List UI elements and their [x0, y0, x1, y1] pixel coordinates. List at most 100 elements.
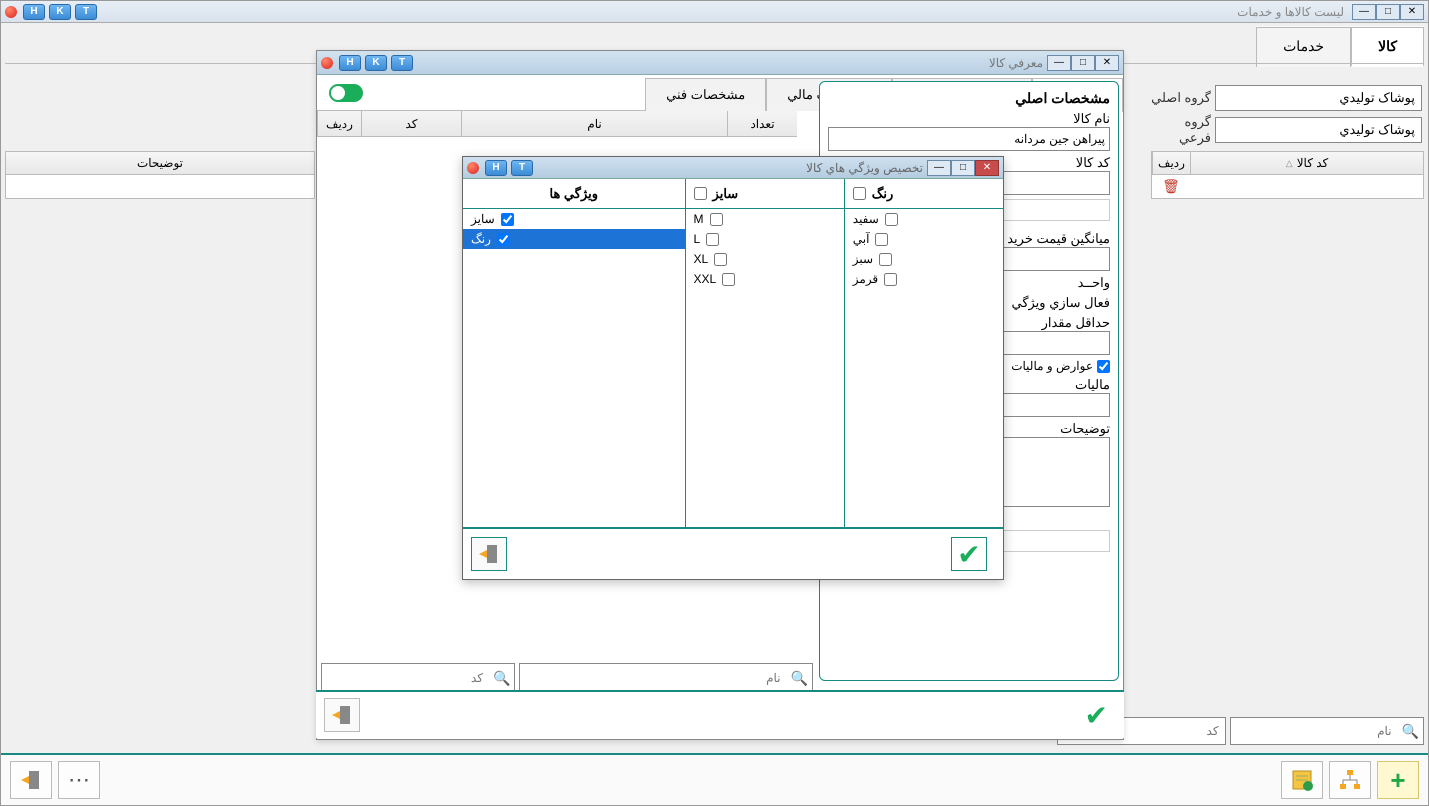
exit-button[interactable]	[10, 761, 52, 799]
list-item[interactable]: آبي	[845, 229, 1003, 249]
color-column: رنگ سفيدآبيسبز قرمز	[844, 179, 1003, 527]
item-checkbox[interactable]	[501, 213, 514, 226]
tax-cb-label: عوارض و ماليات	[1011, 359, 1093, 373]
tab-khadamat[interactable]: خدمات	[1256, 27, 1351, 67]
name-label: نام کالا	[828, 111, 1110, 127]
mid-titlebar: H K T معرفي کالا — □ ✕	[317, 51, 1123, 75]
mid-footer: ✔	[316, 690, 1124, 738]
report-button[interactable]	[1281, 761, 1323, 799]
item-checkbox[interactable]	[884, 273, 897, 286]
tab-kala[interactable]: کالا	[1351, 27, 1424, 67]
mid-search-code[interactable]: 🔍	[321, 663, 515, 693]
item-label: L	[694, 232, 701, 246]
more-button[interactable]: ⋯	[58, 761, 100, 799]
hotkey-t[interactable]: T	[75, 4, 97, 20]
outer-footer: ⋯ +	[1, 753, 1428, 805]
group-sub-input[interactable]	[1215, 117, 1422, 143]
desc-header: توضيحات	[5, 151, 315, 175]
th-code[interactable]: کد	[361, 111, 461, 136]
group-sub-label: گروه فرعي	[1151, 114, 1211, 146]
col-code[interactable]: کد کالا△	[1190, 152, 1423, 174]
list-item[interactable]: سايز	[463, 209, 685, 229]
item-checkbox[interactable]	[722, 273, 735, 286]
inner-titlebar: H T تخصيص ويژگي هاي کالا — □ ✕	[463, 157, 1003, 179]
name-input[interactable]	[828, 127, 1110, 151]
th-name[interactable]: نام	[461, 111, 727, 136]
item-checkbox[interactable]	[714, 253, 727, 266]
hotkey-k[interactable]: K	[365, 55, 387, 71]
item-checkbox[interactable]	[710, 213, 723, 226]
confirm-button[interactable]: ✔	[951, 537, 987, 571]
features-column: ويژگي ها سايز رنگ	[463, 179, 685, 527]
size-column: سايز ML XL XXL	[685, 179, 844, 527]
minimize-button[interactable]: —	[1352, 4, 1376, 20]
item-checkbox[interactable]	[497, 233, 510, 246]
tree-button[interactable]	[1329, 761, 1371, 799]
list-item[interactable]: XXL	[686, 269, 844, 289]
list-item[interactable]: M	[686, 209, 844, 229]
report-icon	[1290, 768, 1314, 792]
tab-tech-spec[interactable]: مشخصات فني	[645, 78, 766, 111]
list-item[interactable]: XL	[686, 249, 844, 269]
item-checkbox[interactable]	[875, 233, 888, 246]
exit-button[interactable]	[324, 698, 360, 732]
search-name[interactable]: 🔍	[1230, 717, 1424, 745]
minimize-button[interactable]: —	[1047, 55, 1071, 71]
maximize-button[interactable]: □	[1376, 4, 1400, 20]
list-item[interactable]: سبز	[845, 249, 1003, 269]
color-all-checkbox[interactable]	[853, 187, 866, 200]
exit-button[interactable]	[471, 537, 507, 571]
close-button[interactable]: ✕	[975, 160, 999, 176]
minimize-button[interactable]: —	[927, 160, 951, 176]
hotkey-t[interactable]: T	[511, 160, 533, 176]
list-row[interactable]: 🗑	[1151, 175, 1424, 199]
trash-icon[interactable]: 🗑	[1152, 175, 1190, 198]
mid-search-code-input[interactable]	[322, 664, 489, 692]
th-row[interactable]: رديف	[317, 111, 361, 136]
item-label: قرمز	[853, 272, 878, 286]
col-row[interactable]: رديف	[1152, 152, 1190, 174]
close-button[interactable]: ✕	[1095, 55, 1119, 71]
item-checkbox[interactable]	[706, 233, 719, 246]
close-dot-icon[interactable]	[5, 6, 17, 18]
th-count[interactable]: تعداد	[727, 111, 797, 136]
color-header: رنگ	[845, 179, 1003, 209]
hotkey-h[interactable]: H	[23, 4, 45, 20]
group-main-input[interactable]	[1215, 85, 1422, 111]
item-checkbox[interactable]	[879, 253, 892, 266]
item-label: سايز	[471, 212, 495, 226]
list-item[interactable]: رنگ	[463, 229, 685, 249]
mid-search-name-input[interactable]	[520, 664, 786, 692]
outer-tabs: کالا خدمات	[1256, 26, 1424, 66]
list-item[interactable]: L	[686, 229, 844, 249]
size-all-checkbox[interactable]	[694, 187, 707, 200]
tree-icon	[1338, 768, 1362, 792]
tax-checkbox[interactable]	[1097, 360, 1110, 373]
hotkey-h[interactable]: H	[485, 160, 507, 176]
hotkey-h[interactable]: H	[339, 55, 361, 71]
list-item[interactable]: سفيد	[845, 209, 1003, 229]
close-dot-icon[interactable]	[321, 57, 333, 69]
hotkey-t[interactable]: T	[391, 55, 413, 71]
close-button[interactable]: ✕	[1400, 4, 1424, 20]
confirm-button[interactable]: ✔	[1085, 699, 1108, 732]
outer-titlebar: H K T لیست کالاها و خدمات — □ ✕	[1, 1, 1428, 23]
mid-window-title: معرفي کالا	[989, 56, 1043, 70]
item-checkbox[interactable]	[885, 213, 898, 226]
list-item[interactable]: قرمز	[845, 269, 1003, 289]
item-label: M	[694, 212, 704, 226]
mid-search-name[interactable]: 🔍	[519, 663, 813, 693]
maximize-button[interactable]: □	[951, 160, 975, 176]
window-title: لیست کالاها و خدمات	[1237, 5, 1344, 19]
item-label: XXL	[694, 272, 717, 286]
close-dot-icon[interactable]	[467, 162, 479, 174]
add-button[interactable]: +	[1377, 761, 1419, 799]
maximize-button[interactable]: □	[1071, 55, 1095, 71]
exit-icon	[19, 768, 43, 792]
item-label: رنگ	[471, 232, 491, 246]
hotkey-k[interactable]: K	[49, 4, 71, 20]
size-header: سايز	[686, 179, 844, 209]
features-header: ويژگي ها	[463, 179, 685, 209]
search-name-input[interactable]	[1231, 718, 1398, 744]
toggle-main-spec[interactable]	[329, 84, 363, 102]
